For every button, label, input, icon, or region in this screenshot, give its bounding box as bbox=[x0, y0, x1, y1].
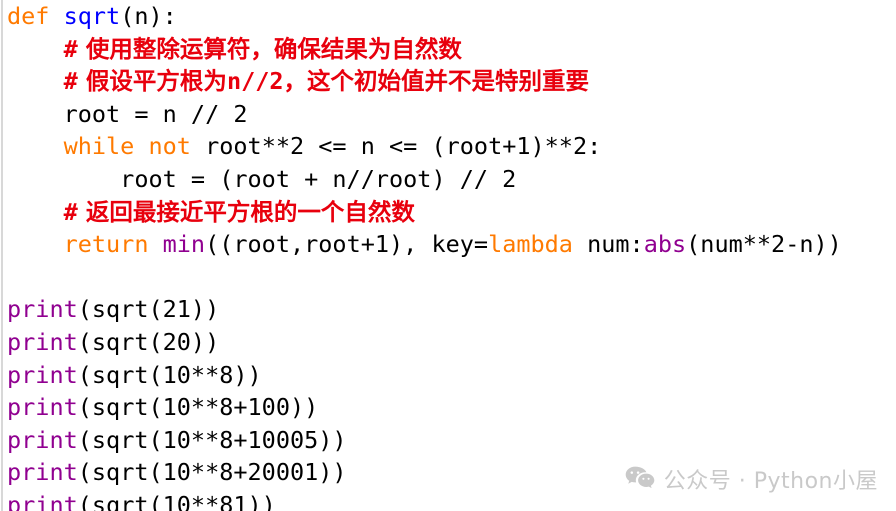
code-token-builtin: min bbox=[162, 230, 206, 259]
code-token-builtin: print bbox=[7, 425, 78, 454]
code-line[interactable]: print(sqrt(10**8+10005)) bbox=[0, 424, 896, 457]
code-token-plain: (sqrt(10**8+100)) bbox=[77, 393, 319, 422]
code-token-plain: (sqrt(21)) bbox=[77, 295, 220, 324]
code-token-comment: ，这个初始值并不是特别重要 bbox=[283, 67, 590, 96]
code-token-builtin: print bbox=[7, 295, 78, 324]
code-token-plain: (sqrt(10**8+20001)) bbox=[77, 458, 347, 487]
code-token-plain: (sqrt(10**81)) bbox=[77, 490, 276, 511]
code-token-builtin: abs bbox=[643, 230, 687, 259]
code-line[interactable]: def sqrt(n): bbox=[0, 0, 896, 33]
code-token-plain: root = n // 2 bbox=[7, 99, 248, 128]
code-token-plain: ((root,root+1), key= bbox=[205, 230, 489, 259]
code-token-comment-hash: # bbox=[63, 67, 78, 96]
code-line[interactable] bbox=[0, 261, 896, 294]
code-line[interactable]: print(sqrt(20)) bbox=[0, 326, 896, 359]
code-line[interactable]: # 假设平方根为n//2，这个初始值并不是特别重要 bbox=[0, 65, 896, 98]
code-token-builtin: print bbox=[7, 458, 78, 487]
code-token-keyword: return bbox=[63, 230, 149, 259]
code-line[interactable]: print(sqrt(10**8)) bbox=[0, 359, 896, 392]
code-line[interactable]: print(sqrt(21)) bbox=[0, 293, 896, 326]
code-token-comment: 假设平方根为 bbox=[77, 67, 227, 96]
code-token-plain: (sqrt(20)) bbox=[77, 327, 220, 356]
code-line[interactable]: while not root**2 <= n <= (root+1)**2: bbox=[0, 130, 896, 163]
code-token-plain: (n): bbox=[120, 2, 177, 30]
code-token-plain: (sqrt(10**8+10005)) bbox=[77, 425, 347, 454]
code-token-comment: 返回最接近平方根的一个自然数 bbox=[77, 197, 415, 226]
wechat-icon bbox=[625, 466, 655, 492]
code-token-plain: root**2 <= n <= (root+1)**2: bbox=[190, 132, 602, 161]
code-screenshot: def sqrt(n): # 使用整除运算符，确保结果为自然数 # 假设平方根为… bbox=[0, 0, 896, 511]
code-token-plain: (num**2-n)) bbox=[686, 230, 842, 259]
code-token-keyword: lambda bbox=[488, 230, 573, 259]
code-token-comment-hash: # bbox=[63, 197, 78, 226]
code-editor-content[interactable]: def sqrt(n): # 使用整除运算符，确保结果为自然数 # 假设平方根为… bbox=[0, 0, 896, 511]
code-token-comment-hash: # bbox=[63, 34, 78, 63]
code-token-comment-mono: n//2 bbox=[226, 67, 284, 96]
code-line[interactable]: # 使用整除运算符，确保结果为自然数 bbox=[0, 33, 896, 66]
code-token-builtin: print bbox=[7, 393, 78, 422]
watermark: 公众号 · Python小屋 bbox=[625, 463, 878, 495]
code-token-builtin: print bbox=[7, 490, 78, 511]
code-token-plain: (sqrt(10**8)) bbox=[77, 360, 262, 389]
code-token-def-name: sqrt bbox=[63, 2, 121, 30]
code-line[interactable]: return min((root,root+1), key=lambda num… bbox=[0, 228, 896, 261]
code-line[interactable]: # 返回最接近平方根的一个自然数 bbox=[0, 196, 896, 229]
code-token-builtin: print bbox=[7, 360, 78, 389]
code-token-plain: root = (root + n//root) // 2 bbox=[7, 164, 517, 193]
code-token-keyword: not bbox=[148, 132, 191, 161]
code-line[interactable]: root = n // 2 bbox=[0, 98, 896, 131]
code-token-comment: 使用整除运算符，确保结果为自然数 bbox=[77, 34, 462, 63]
code-token-keyword: def bbox=[7, 2, 50, 30]
code-line[interactable]: root = (root + n//root) // 2 bbox=[0, 163, 896, 196]
code-token-builtin: print bbox=[7, 327, 78, 356]
watermark-text: 公众号 · Python小屋 bbox=[663, 469, 878, 494]
code-line[interactable]: print(sqrt(10**8+100)) bbox=[0, 391, 896, 424]
code-token-keyword: while bbox=[63, 132, 135, 161]
code-token-plain: num: bbox=[572, 230, 644, 259]
